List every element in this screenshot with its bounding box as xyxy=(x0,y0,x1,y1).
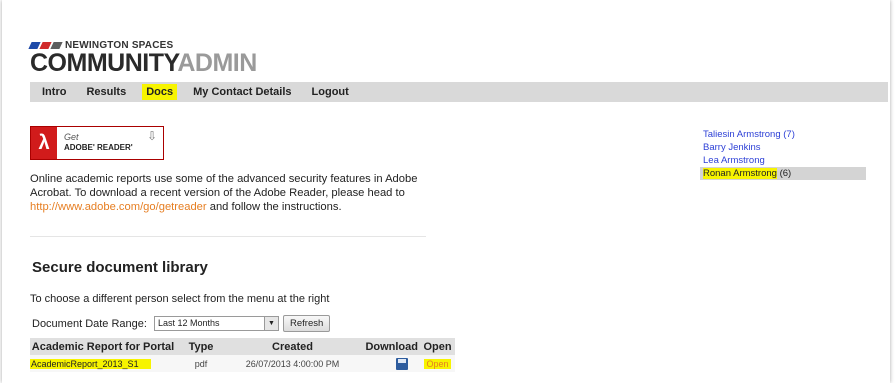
acrobat-name-label: ADOBE' READER' xyxy=(64,143,133,152)
get-adobe-reader-badge[interactable]: λ Get ADOBE' READER' ⇩ xyxy=(30,126,164,160)
person-item-selected[interactable]: Ronan Armstrong (6) xyxy=(700,167,866,180)
logo: NEWINGTON SPACES COMMUNITYADMIN xyxy=(28,40,257,77)
nav-intro[interactable]: Intro xyxy=(38,84,70,100)
report-created: 26/07/2013 4:00:00 PM xyxy=(226,355,359,372)
person-item[interactable]: Taliesin Armstrong (7) xyxy=(700,128,866,141)
library-title: Secure document library xyxy=(32,259,208,276)
adobe-info-text: Online academic reports use some of the … xyxy=(30,173,418,213)
person-item[interactable]: Lea Armstrong xyxy=(700,154,866,167)
logo-product: COMMUNITYADMIN xyxy=(30,49,257,77)
report-type: pdf xyxy=(176,355,226,372)
col-created[interactable]: Created xyxy=(226,338,359,355)
col-download[interactable]: Download xyxy=(359,338,420,355)
download-arrow-icon: ⇩ xyxy=(147,129,158,143)
chevron-down-icon[interactable]: ▼ xyxy=(264,317,278,330)
adobe-reader-link[interactable]: http://www.adobe.com/go/getreader xyxy=(30,201,207,213)
col-type[interactable]: Type xyxy=(176,338,226,355)
date-range-label: Document Date Range: xyxy=(32,318,147,330)
report-name: AcademicReport_2013_S1 xyxy=(30,358,151,369)
refresh-button[interactable]: Refresh xyxy=(283,315,331,332)
library-hint: To choose a different person select from… xyxy=(30,293,330,305)
col-open[interactable]: Open xyxy=(420,338,455,355)
nav-my-contact-details[interactable]: My Contact Details xyxy=(189,84,295,100)
open-link[interactable]: Open xyxy=(424,358,451,369)
col-report[interactable]: Academic Report for Portal xyxy=(30,338,176,355)
documents-table: Academic Report for Portal Type Created … xyxy=(30,338,455,372)
main-nav: Intro Results Docs My Contact Details Lo… xyxy=(30,82,888,102)
logo-stripes xyxy=(28,42,63,49)
date-range-value: Last 12 Months xyxy=(158,318,220,328)
table-header-row: Academic Report for Portal Type Created … xyxy=(30,338,455,355)
page-frame: NEWINGTON SPACES COMMUNITYADMIN Intro Re… xyxy=(2,0,890,383)
date-range-select[interactable]: Last 12 Months ▼ xyxy=(154,316,279,331)
divider xyxy=(30,236,426,237)
nav-docs[interactable]: Docs xyxy=(142,84,178,100)
nav-results[interactable]: Results xyxy=(82,84,130,100)
table-row: AcademicReport_2013_S1 pdf 26/07/2013 4:… xyxy=(30,355,455,372)
person-item[interactable]: Barry Jenkins xyxy=(700,141,866,154)
nav-logout[interactable]: Logout xyxy=(308,84,353,100)
person-list: Taliesin Armstrong (7) Barry Jenkins Lea… xyxy=(700,128,866,180)
save-disk-icon[interactable] xyxy=(396,357,408,370)
acrobat-get-label: Get xyxy=(64,132,79,142)
adobe-acrobat-icon: λ xyxy=(31,127,57,159)
